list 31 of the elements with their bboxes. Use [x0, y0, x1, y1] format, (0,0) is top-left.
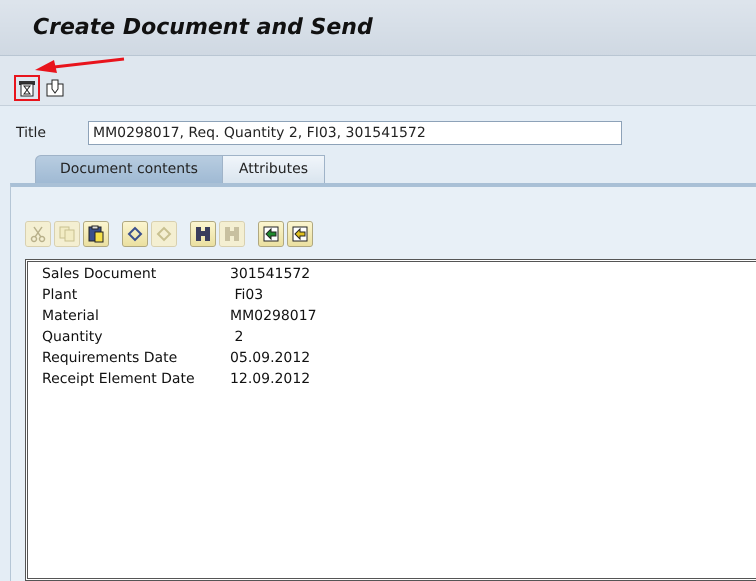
undo-button[interactable] — [122, 221, 148, 247]
hourglass-document-button[interactable] — [14, 75, 40, 101]
paste-button[interactable] — [83, 221, 109, 247]
title-field[interactable]: MM0298017, Req. Quantity 2, FI03, 301541572 — [88, 121, 622, 145]
editor-line-value: 12.09.2012 — [230, 370, 310, 389]
text-editor[interactable]: Sales Document 301541572 Plant Fi03 Material MM0298017 Quantity 2 Requirements Date 05.09.2012 Receipt Element Date 12.09.2012 — [25, 259, 756, 581]
editor-line-label: Requirements Date — [42, 349, 178, 368]
pen-document-icon — [46, 79, 64, 97]
tab[interactable]: Attributes — [222, 155, 325, 183]
editor-line-label: Quantity — [42, 328, 104, 347]
find-button[interactable] — [190, 221, 216, 247]
title-label: Title — [16, 125, 48, 141]
window-title: Create Document and Send — [33, 15, 373, 40]
import-button[interactable] — [258, 221, 284, 247]
tab[interactable]: Document contents — [35, 155, 223, 183]
editor-line-value: 05.09.2012 — [230, 349, 310, 368]
export-icon — [291, 225, 309, 243]
editor-line-label: Material — [42, 307, 100, 326]
export-button[interactable] — [287, 221, 313, 247]
copy-icon — [58, 225, 76, 243]
import-icon — [262, 225, 280, 243]
hourglass-document-icon — [18, 79, 36, 97]
clipboard-icon — [87, 225, 105, 243]
editor-line-label: Plant — [42, 286, 78, 305]
scissors-icon — [29, 225, 47, 243]
editor-line-value: 301541572 — [230, 265, 310, 284]
editor-line-value: 2 — [233, 328, 244, 347]
editor-line-value: MM0298017 — [230, 307, 317, 326]
editor-line-label: Receipt Element Date — [42, 370, 196, 389]
editor-line-value: Fi03 — [233, 286, 264, 305]
editor-line-label: Sales Document — [42, 265, 158, 284]
